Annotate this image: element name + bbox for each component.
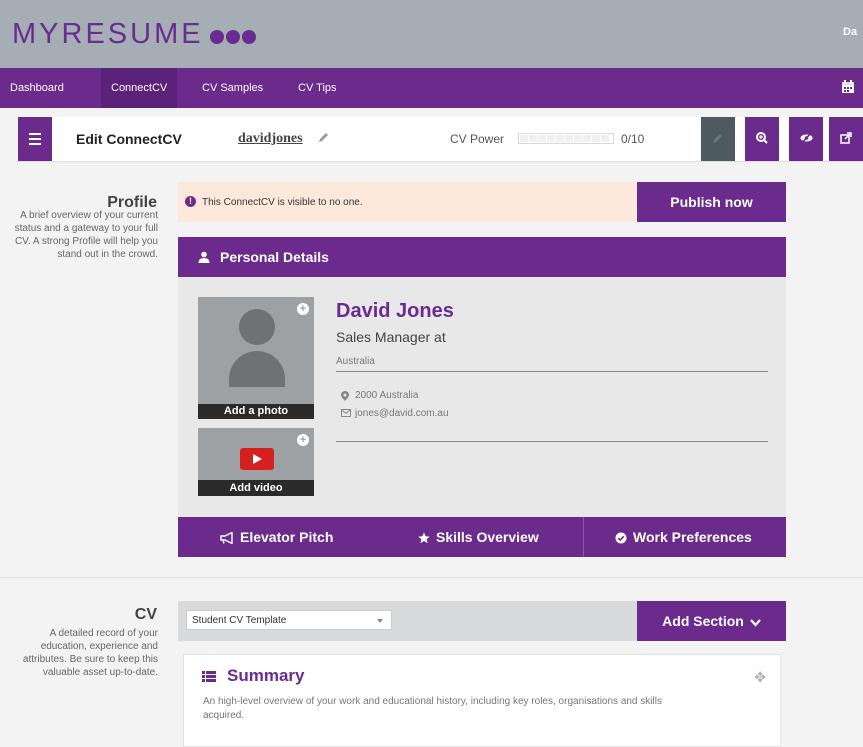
zoom-button[interactable] [745,117,779,161]
editor-toolbar: Edit ConnectCV davidjones CV Power 0/10 [18,117,863,162]
profile-tabs: Elevator Pitch Skills Overview Work Pref… [178,517,786,557]
avatar-placeholder-icon [239,309,275,345]
cv-heading: CV [134,606,157,623]
cv-power-score: 0/10 [621,132,645,146]
user-icon [198,251,210,263]
logo-text: MYRESUME [12,18,204,50]
summary-card: Summary ✥ An high-level overview of your… [183,654,781,747]
nav-cv-samples[interactable]: CV Samples [192,68,273,108]
cv-description: A detailed record of your education, exp… [22,628,158,678]
plus-icon: + [297,434,309,446]
profile-name[interactable]: David Jones [336,300,454,323]
username-link[interactable]: davidjones [238,131,303,147]
external-link-icon [840,132,852,144]
bullhorn-icon [220,531,233,545]
star-icon [418,532,430,544]
zoom-in-icon [756,132,768,144]
pencil-icon[interactable] [318,132,329,143]
divider [336,371,768,372]
top-header: MYRESUME Da [0,0,863,68]
envelope-icon [341,409,351,417]
nav-cv-tips[interactable]: CV Tips [288,68,347,108]
tab-skills-overview[interactable]: Skills Overview [418,517,539,557]
tab-skills-overview-label: Skills Overview [436,529,539,545]
add-video-button[interactable]: + Add video [198,428,314,496]
main-nav: Dashboard ConnectCV CV Samples CV Tips [0,68,863,108]
publish-now-button[interactable]: Publish now [637,182,786,222]
add-photo-label: Add a photo [198,404,314,419]
location-text: 2000 Australia [355,390,419,401]
divider [336,441,768,442]
user-menu[interactable]: Da [843,26,863,38]
personal-details-header: Personal Details [178,237,786,277]
profile-email[interactable]: jones@david.com.au [341,408,449,419]
add-photo-button[interactable]: + Add a photo [198,297,314,419]
info-icon: ! [185,196,196,207]
list-icon [202,671,216,682]
nav-dashboard[interactable]: Dashboard [0,68,74,108]
profile-location[interactable]: 2000 Australia [341,390,418,401]
cv-power-label: CV Power [450,132,505,146]
nav-connectcv[interactable]: ConnectCV [101,68,178,108]
personal-details-card: Personal Details + Add a photo + Add vid… [178,237,786,517]
chevron-down-icon [750,619,761,627]
calendar-icon[interactable] [841,80,855,94]
section-divider [0,577,863,578]
summary-description[interactable]: An high-level overview of your work and … [203,695,673,723]
email-text: jones@david.com.au [355,408,449,419]
plus-icon: + [297,303,309,315]
cv-power-meter [518,133,614,144]
caret-down-icon [377,619,383,623]
alert-text: This ConnectCV is visible to no one. [202,197,363,208]
visibility-alert: ! This ConnectCV is visible to no one. [178,182,637,222]
tab-elevator-pitch[interactable]: Elevator Pitch [220,517,333,557]
logo-dots-icon [209,19,258,52]
open-external-button[interactable] [829,117,863,161]
cv-template-value: Student CV Template [192,615,287,626]
visibility-button[interactable] [789,117,823,161]
menu-icon[interactable] [18,117,52,161]
personal-details-title: Personal Details [220,249,329,265]
add-section-button[interactable]: Add Section [637,601,786,641]
cv-template-select[interactable]: Student CV Template [186,610,392,630]
tab-work-preferences[interactable]: Work Preferences [615,517,752,557]
tab-elevator-pitch-label: Elevator Pitch [240,529,334,545]
map-marker-icon [341,391,349,401]
tab-work-preferences-label: Work Preferences [633,529,752,545]
add-section-label: Add Section [662,613,744,629]
move-icon[interactable]: ✥ [754,669,766,686]
logo[interactable]: MYRESUME [12,18,258,52]
eye-slash-icon [800,132,813,144]
profile-job-title[interactable]: Sales Manager at [336,329,446,345]
profile-country[interactable]: Australia [336,356,375,367]
toolbar-title: Edit ConnectCV [76,131,182,147]
check-circle-icon [615,532,627,544]
youtube-play-icon [240,448,274,470]
pencil-icon [713,134,722,143]
edit-mode-button[interactable] [701,117,735,161]
summary-title: Summary [227,666,305,685]
profile-description: A brief overview of your current status … [14,210,158,260]
add-video-label: Add video [198,480,314,496]
cv-toolbar: Student CV Template Add Section [178,601,786,641]
